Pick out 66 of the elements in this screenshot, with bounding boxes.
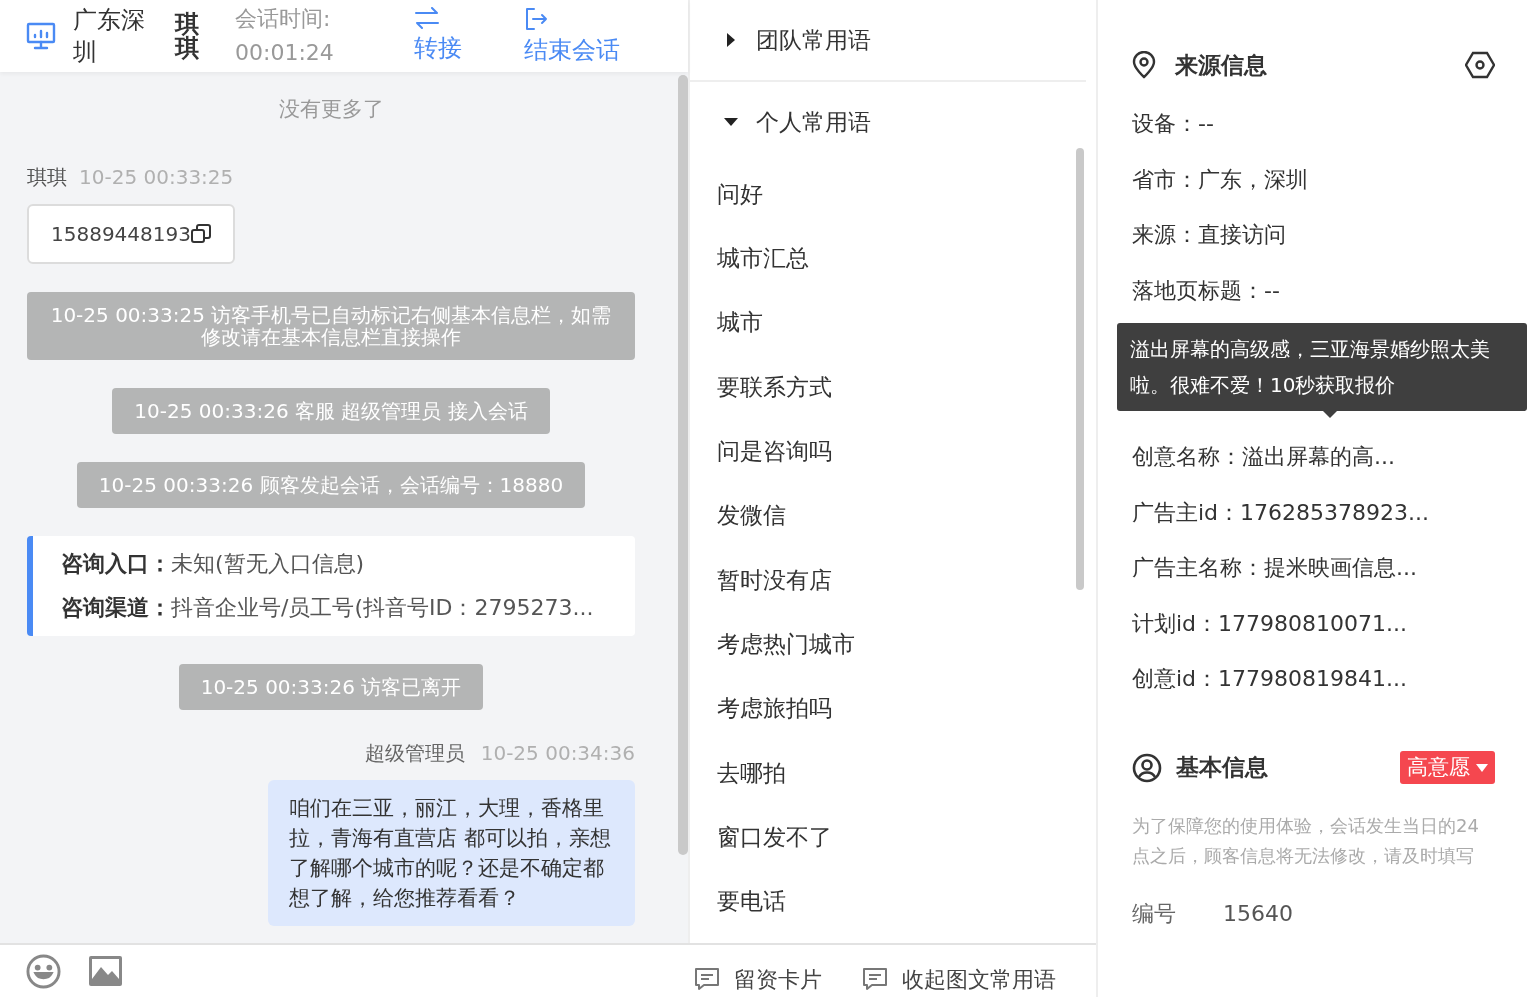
sender-name: 超级管理员	[364, 739, 465, 767]
end-note: 没有更多了	[277, 96, 385, 123]
phrase-item[interactable]: 要联系方式	[690, 354, 1096, 420]
info-field: 广告主id：176285378923...	[1132, 484, 1497, 540]
field-label: 编号	[1132, 899, 1177, 928]
visitor-name: 琪琪	[175, 12, 200, 60]
info-field: 来源：直接访问	[1132, 207, 1497, 263]
message-icon	[862, 967, 888, 991]
intent-dropdown[interactable]: 高意愿	[1400, 751, 1495, 784]
monitor-icon	[26, 22, 56, 50]
system-notice: 10-25 00:33:25 访客手机号已自动标记右侧基本信息栏，如需修改请在基本信息栏直接操作	[27, 291, 635, 360]
settings-icon[interactable]	[1465, 51, 1495, 79]
phrase-item[interactable]: 问是咨询吗	[690, 419, 1096, 484]
message-time: 10-25 00:34:36	[480, 739, 635, 767]
scrollbar-thumb[interactable]	[1076, 148, 1084, 590]
info-field: 计划id：177980810071...	[1132, 595, 1497, 651]
field-value: 15640	[1223, 899, 1293, 928]
sender-name: 琪琪	[27, 163, 67, 191]
phrase-item[interactable]: 城市汇总	[690, 226, 1096, 291]
swap-icon	[413, 7, 440, 29]
phrase-item[interactable]: 窗口发不了	[690, 804, 1096, 870]
visitor-location: 广东深圳	[73, 5, 146, 68]
notice-text: 为了保障您的使用体验，会话发生当日的24点之后，顾客信息将无法修改，请及时填写	[1132, 813, 1480, 868]
phrase-group-header[interactable]: 团队常用语	[690, 0, 871, 80]
system-notice: 10-25 00:33:26 访客已离开	[178, 663, 484, 710]
timer-label: 会话时间:	[235, 5, 332, 33]
toolbar-action[interactable]: 留资卡片	[694, 962, 822, 996]
session-timer: 00:01:24	[235, 39, 334, 67]
phrase-item[interactable]: 发微信	[690, 483, 1096, 548]
tooltip: 溢出屏幕的高级感，三亚海景婚纱照太美啦。很难不爱！10秒获取报价	[1117, 323, 1527, 411]
entry-label: 咨询渠道：	[61, 593, 171, 622]
entry-label: 咨询入口：	[61, 549, 171, 578]
entry-value: 抖音企业号/员工号(抖音号ID：2795273...	[171, 593, 594, 622]
info-field: 设备：--	[1132, 96, 1497, 152]
phrase-item[interactable]: 去哪拍	[690, 740, 1096, 805]
section-title: 基本信息	[1176, 753, 1268, 783]
system-notice: 10-25 00:33:26 顾客发起会话，会话编号：18880	[76, 461, 586, 508]
info-field: 广告主名称：提米映画信息...	[1132, 540, 1497, 596]
message-bubble: 咱们在三亚，丽江，大理，香格里拉，青海有直营店 都可以拍，亲想了解哪个城市的呢？还是不确定都想了解，给您推荐看看？	[268, 779, 635, 926]
user-icon	[1132, 752, 1162, 783]
phrase-item[interactable]: 要电话	[690, 869, 1096, 934]
info-field: 创意名称：溢出屏幕的高...	[1132, 429, 1497, 485]
copy-icon[interactable]	[191, 223, 211, 244]
phrase-group-header[interactable]: 个人常用语	[690, 82, 871, 162]
phrase-item[interactable]: 考虑旅拍吗	[690, 676, 1096, 741]
message-time: 10-25 00:33:25	[79, 163, 234, 191]
entry-value: 未知(暂无入口信息)	[171, 549, 365, 578]
phrase-item[interactable]: 城市	[690, 290, 1096, 355]
phrase-item[interactable]: 考虑热门城市	[690, 612, 1096, 677]
info-field: 落地页标题：--	[1132, 262, 1497, 318]
phrase-item[interactable]: 问好	[690, 162, 1096, 227]
info-field: 创意id：177980819841...	[1132, 651, 1497, 707]
section-title: 来源信息	[1175, 50, 1267, 80]
message-icon	[694, 967, 720, 991]
location-pin-icon	[1132, 51, 1156, 79]
logout-icon	[523, 7, 548, 31]
tooltip-arrow	[1323, 411, 1337, 418]
scrollbar-thumb[interactable]	[678, 75, 688, 855]
info-field: 省市：广东，深圳	[1132, 151, 1497, 207]
system-notice: 10-25 00:33:26 客服 超级管理员 接入会话	[112, 387, 550, 434]
phrase-item[interactable]: 暂时没有店	[690, 547, 1096, 613]
toolbar-action[interactable]: 收起图文常用语	[862, 962, 1056, 996]
phone-number: 15889448193	[51, 220, 191, 248]
emoji-icon[interactable]	[26, 953, 61, 989]
caret-icon	[1476, 763, 1488, 772]
image-icon[interactable]	[88, 955, 123, 987]
